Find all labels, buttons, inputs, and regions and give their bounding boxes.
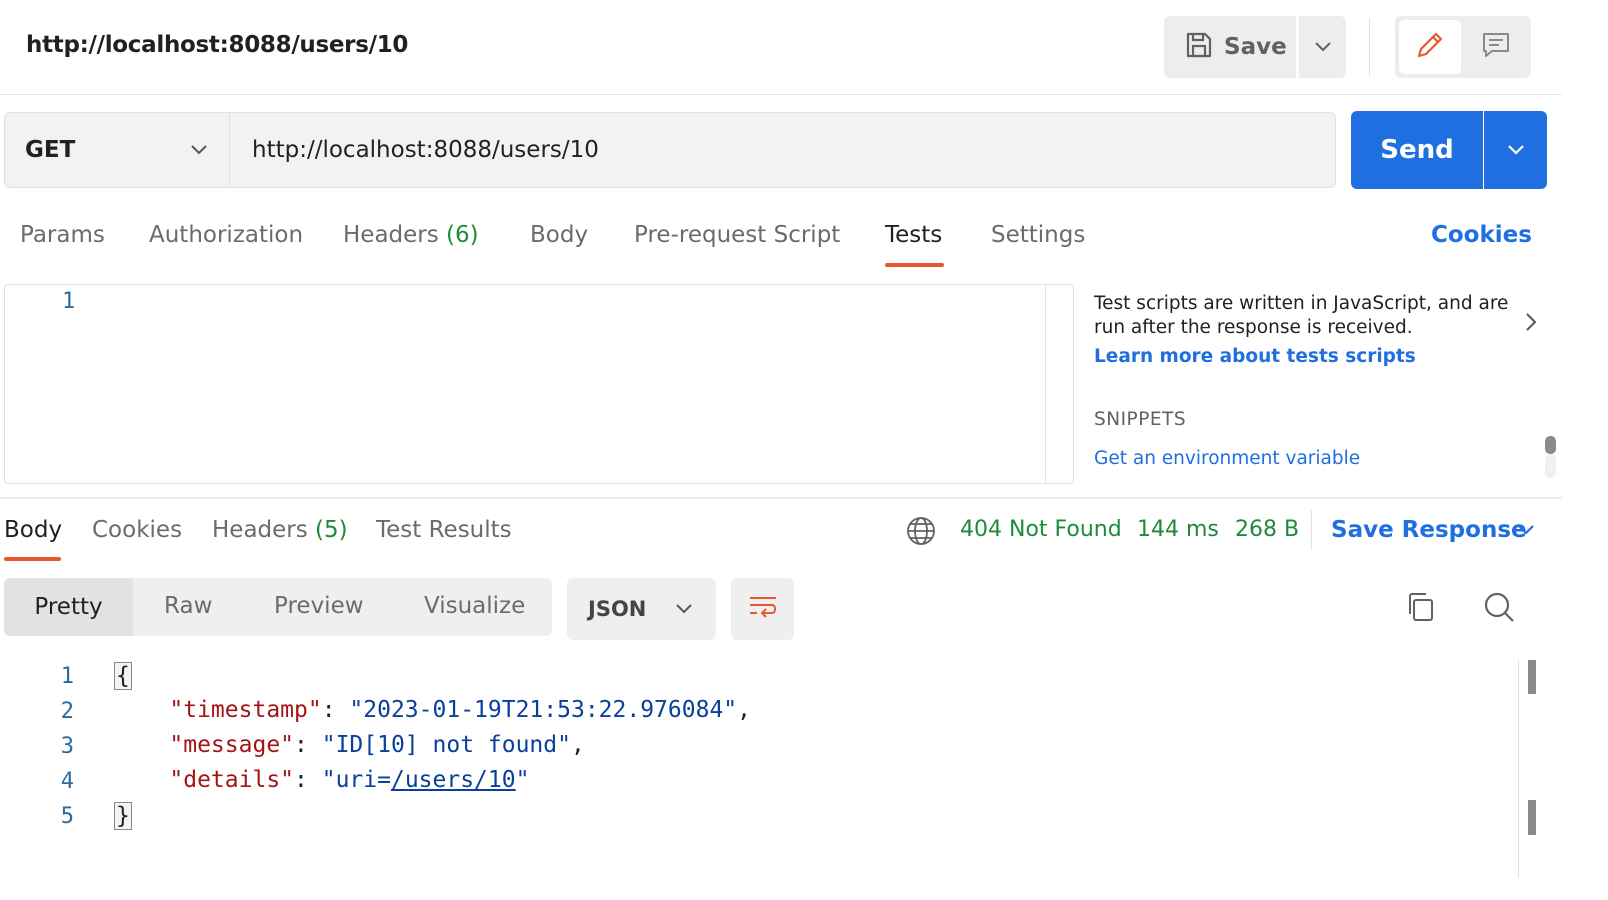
- tab-pre-request-script[interactable]: Pre-request Script: [634, 222, 840, 248]
- globe-icon[interactable]: [905, 515, 937, 551]
- window-edge: [1562, 0, 1608, 900]
- pencil-icon: [1414, 29, 1446, 65]
- editor-divider: [1045, 285, 1046, 483]
- chevron-right-icon[interactable]: [1521, 310, 1541, 338]
- header-divider: [1369, 18, 1370, 76]
- tab-tests[interactable]: Tests: [885, 222, 942, 248]
- tab-headers[interactable]: Headers (6): [343, 222, 479, 248]
- save-button[interactable]: Save: [1164, 16, 1296, 78]
- send-button[interactable]: Send: [1351, 111, 1483, 189]
- format-raw[interactable]: Raw: [164, 593, 212, 619]
- format-pretty-label: Pretty: [34, 594, 103, 620]
- snippets-scrollbar-track[interactable]: [1545, 454, 1556, 478]
- response-line-number: 4: [60, 769, 74, 794]
- language-select[interactable]: JSON: [567, 578, 716, 640]
- language-value: JSON: [588, 597, 647, 621]
- chevron-down-icon: [189, 141, 209, 160]
- response-line-number: 2: [60, 699, 74, 724]
- copy-icon[interactable]: [1404, 590, 1438, 628]
- editor-line-number: 1: [62, 289, 76, 314]
- url-input[interactable]: http://localhost:8088/users/10: [229, 112, 1336, 188]
- chevron-down-icon: [674, 603, 694, 615]
- comment-icon: [1480, 29, 1512, 65]
- snippets-scrollbar-thumb[interactable]: [1545, 436, 1556, 454]
- json-key: "timestamp": [169, 697, 322, 723]
- snippet-get-env-variable[interactable]: Get an environment variable: [1094, 448, 1360, 469]
- header-separator: [0, 94, 1562, 95]
- json-key: "message": [169, 732, 295, 758]
- json-line: "details": "uri=/users/10": [169, 767, 530, 793]
- save-label: Save: [1224, 34, 1287, 60]
- json-value: "uri=: [321, 767, 391, 793]
- json-line: "message": "ID[10] not found",: [169, 732, 585, 758]
- save-icon: [1184, 30, 1214, 64]
- format-visualize[interactable]: Visualize: [424, 593, 525, 619]
- tests-help-text: Test scripts are written in JavaScript, …: [1094, 293, 1509, 338]
- tab-headers-label: Headers: [343, 222, 439, 248]
- json-open-brace: {: [114, 662, 132, 690]
- learn-tests-link[interactable]: Learn more about tests scripts: [1094, 346, 1416, 367]
- json-value: "2023-01-19T21:53:22.976084": [349, 697, 738, 723]
- request-title[interactable]: http://localhost:8088/users/10: [26, 32, 408, 58]
- cookies-link[interactable]: Cookies: [1431, 222, 1532, 248]
- json-key: "details": [169, 767, 295, 793]
- json-value: "ID[10] not found": [321, 732, 571, 758]
- json-line: {: [114, 662, 132, 690]
- response-tab-headers[interactable]: Headers (5): [212, 517, 348, 543]
- chevron-down-icon: [1506, 141, 1526, 160]
- method-value: GET: [25, 137, 76, 163]
- active-response-tab-indicator: [4, 557, 61, 561]
- json-line: }: [114, 802, 132, 830]
- search-icon[interactable]: [1482, 590, 1516, 628]
- save-options-dropdown[interactable]: [1299, 16, 1346, 78]
- chevron-down-icon: [1313, 38, 1333, 57]
- response-tab-cookies[interactable]: Cookies: [92, 517, 182, 543]
- response-tab-headers-count: (5): [315, 517, 348, 543]
- save-response-button[interactable]: Save Response: [1331, 517, 1527, 543]
- response-tab-test-results[interactable]: Test Results: [376, 517, 512, 543]
- tests-script-editor[interactable]: [4, 284, 1074, 484]
- json-line: "timestamp": "2023-01-19T21:53:22.976084…: [169, 697, 752, 723]
- response-line-number: 5: [60, 804, 74, 829]
- response-tab-headers-label: Headers: [212, 517, 308, 543]
- format-pretty[interactable]: Pretty: [4, 578, 133, 636]
- active-tab-indicator: [885, 263, 944, 267]
- tab-settings[interactable]: Settings: [991, 222, 1085, 248]
- tab-headers-count: (6): [446, 222, 479, 248]
- pane-separator[interactable]: [0, 497, 1562, 499]
- json-value: ": [515, 767, 530, 793]
- response-scrollbar-thumb[interactable]: [1528, 660, 1536, 694]
- word-wrap-button[interactable]: [731, 578, 794, 640]
- url-value: http://localhost:8088/users/10: [252, 137, 599, 163]
- word-wrap-icon: [747, 593, 779, 625]
- comments-mode-button[interactable]: [1465, 20, 1527, 74]
- tab-body[interactable]: Body: [530, 222, 588, 248]
- status-divider: [1311, 510, 1312, 550]
- response-tab-body[interactable]: Body: [4, 517, 62, 543]
- response-status[interactable]: 404 Not Found: [960, 517, 1122, 542]
- json-value-link[interactable]: /users/10: [391, 767, 516, 793]
- chevron-down-icon[interactable]: [1515, 519, 1537, 545]
- response-scroll-gutter: [1518, 660, 1519, 878]
- send-options-dropdown[interactable]: [1484, 111, 1547, 189]
- json-close-brace: }: [114, 802, 132, 830]
- response-time[interactable]: 144 ms: [1137, 517, 1219, 542]
- tab-authorization[interactable]: Authorization: [149, 222, 303, 248]
- send-label: Send: [1380, 135, 1454, 165]
- snippets-heading: SNIPPETS: [1094, 409, 1187, 430]
- json-punct: ,: [737, 697, 752, 723]
- response-line-number: 3: [60, 734, 74, 759]
- response-scrollbar-marker[interactable]: [1528, 800, 1536, 835]
- format-preview[interactable]: Preview: [274, 593, 364, 619]
- edit-mode-button[interactable]: [1399, 20, 1461, 74]
- response-line-number: 1: [60, 664, 74, 689]
- http-method-select[interactable]: GET: [4, 112, 230, 188]
- tab-params[interactable]: Params: [20, 222, 105, 248]
- response-size[interactable]: 268 B: [1235, 517, 1299, 542]
- json-punct: ,: [570, 732, 585, 758]
